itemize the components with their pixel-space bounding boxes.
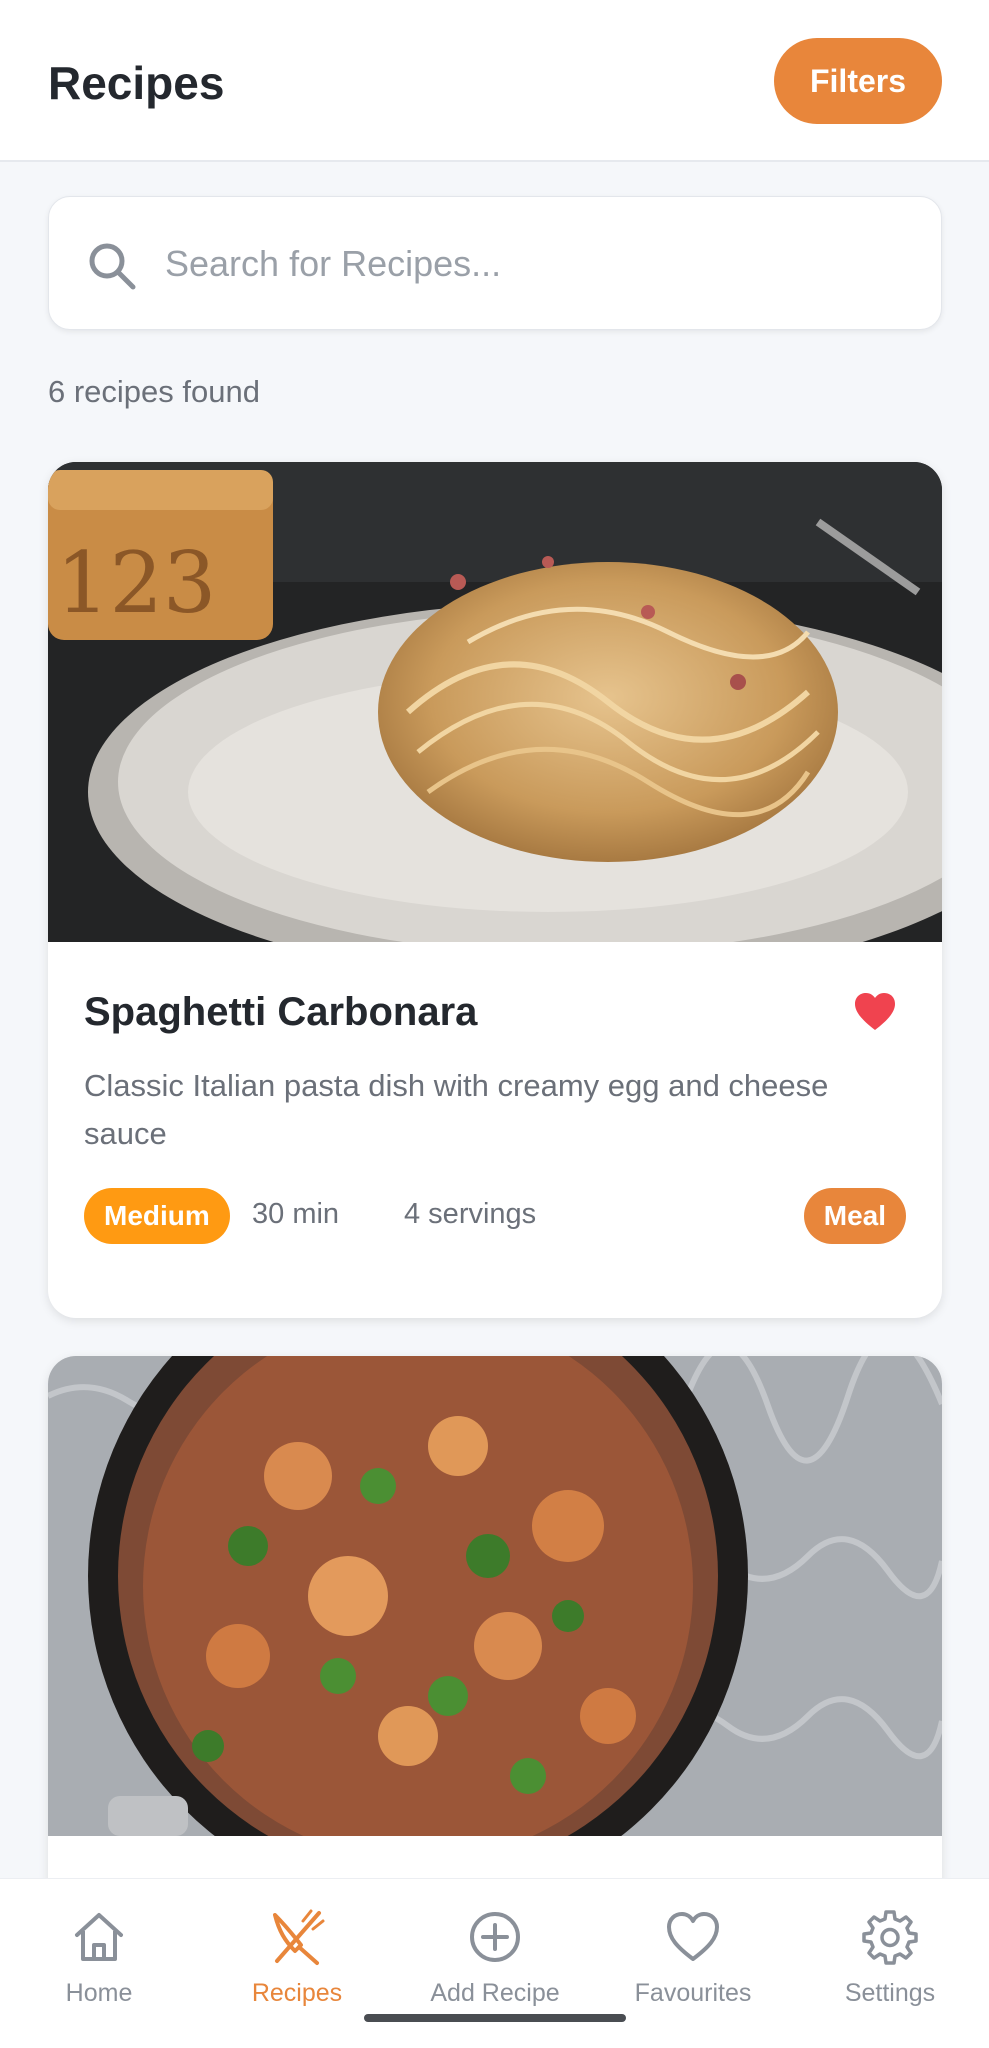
heart-icon[interactable] — [854, 992, 896, 1032]
difficulty-badge: Medium — [84, 1188, 230, 1244]
recipes-screen: Recipes Filters 6 recipes found — [0, 0, 989, 2048]
search-input[interactable] — [165, 227, 905, 301]
nav-home[interactable]: Home — [0, 1907, 198, 2027]
home-indicator[interactable] — [364, 2014, 626, 2022]
nav-add-recipe-label: Add Recipe — [430, 1979, 560, 2007]
recipe-image — [48, 1356, 942, 1836]
plus-circle-icon — [470, 1912, 520, 1962]
fork-knife-icon — [273, 1909, 325, 1965]
recipe-title: Spaghetti Carbonara — [84, 990, 478, 1034]
recipe-meta: Medium 30 min 4 servings Meal — [84, 1186, 906, 1246]
svg-text:123: 123 — [56, 534, 216, 632]
nav-favourites[interactable]: Favourites — [594, 1907, 792, 2027]
nav-add-recipe[interactable]: Add Recipe — [396, 1907, 594, 2027]
recipe-image: 123 — [48, 462, 942, 942]
nav-settings-label: Settings — [844, 1979, 936, 2007]
recipe-card[interactable]: 123 Spaghetti Carbonara Classic Italian … — [48, 462, 942, 1318]
home-icon — [75, 1913, 123, 1961]
search-icon — [89, 243, 136, 290]
recipe-servings: 4 servings — [404, 1198, 537, 1230]
gear-icon — [862, 1910, 918, 1965]
recipe-time: 30 min — [252, 1198, 340, 1230]
page-title: Recipes — [48, 57, 225, 109]
heart-outline-icon — [667, 1912, 719, 1961]
filters-button[interactable]: Filters — [774, 38, 942, 124]
search-bar[interactable] — [48, 196, 942, 330]
nav-recipes[interactable]: Recipes — [198, 1907, 396, 2027]
nav-favourites-label: Favourites — [634, 1979, 752, 2007]
category-badge: Meal — [803, 1188, 906, 1244]
nav-recipes-label: Recipes — [251, 1979, 343, 2007]
nav-home-label: Home — [65, 1979, 133, 2007]
nav-settings[interactable]: Settings — [791, 1907, 989, 2027]
app-header: Recipes Filters — [0, 0, 989, 162]
recipe-description: Classic Italian pasta dish with creamy e… — [84, 1068, 829, 1151]
result-count: 6 recipes found — [48, 374, 260, 409]
bottom-navigation: Home Recipes Add Recipe Favourites Setti… — [0, 1878, 989, 2048]
